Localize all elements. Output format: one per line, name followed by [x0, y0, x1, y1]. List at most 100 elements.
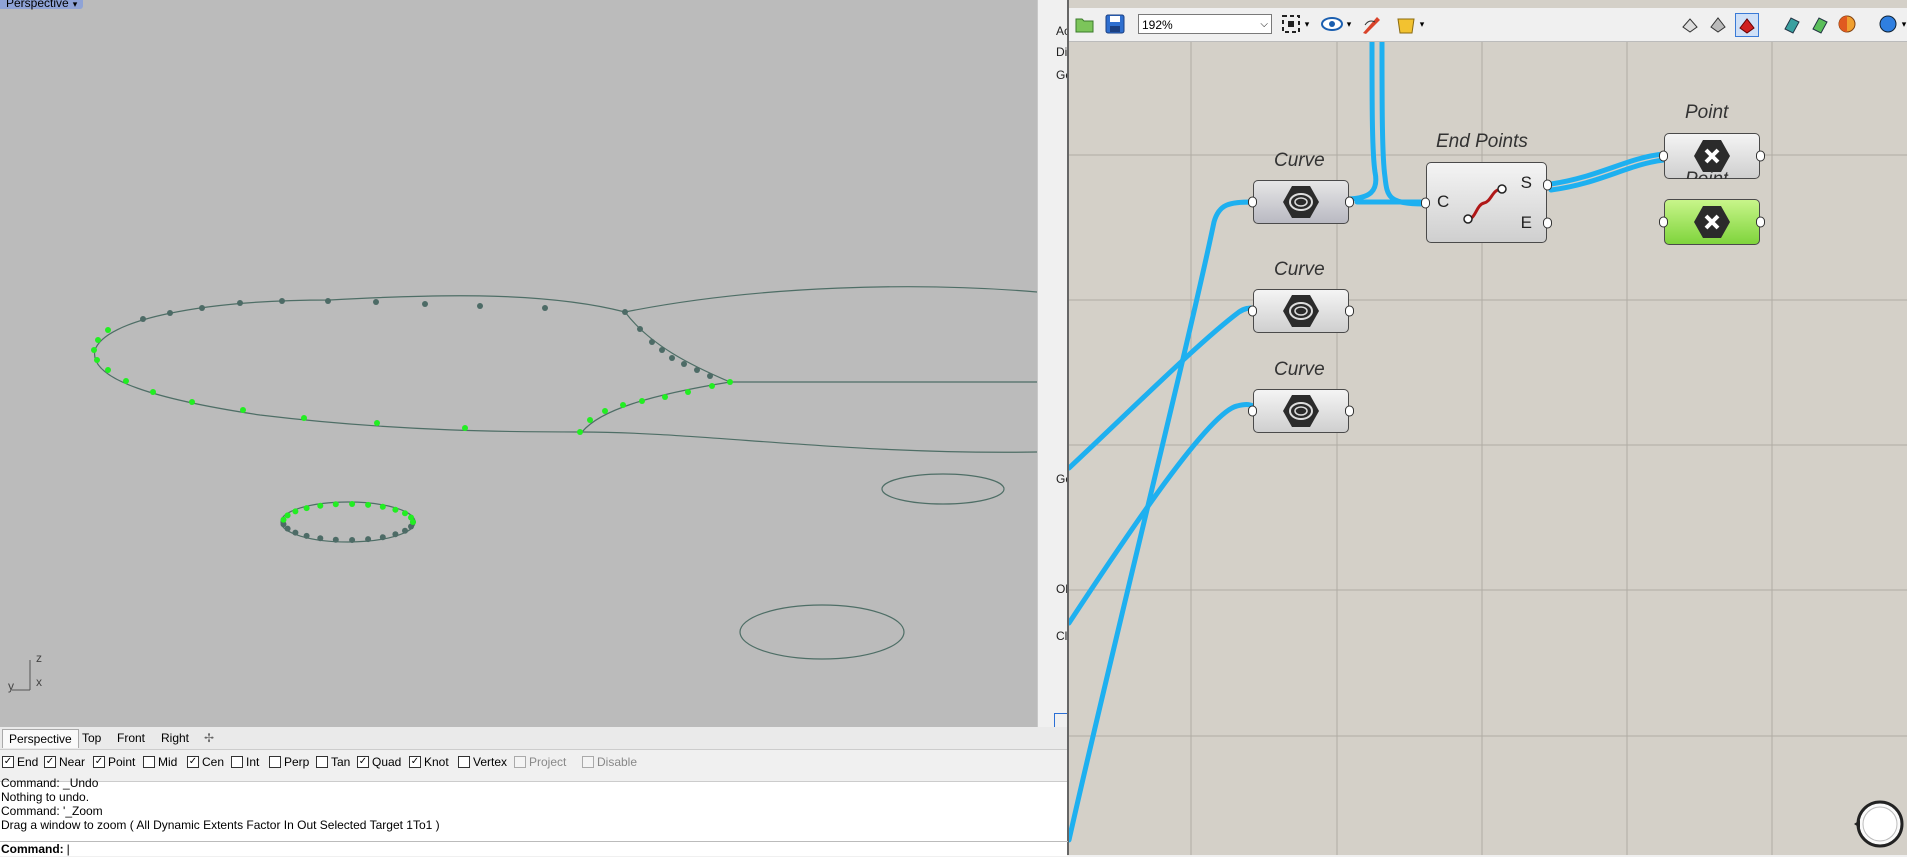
- zoom-level-value: 192%: [1142, 18, 1173, 32]
- output-grip[interactable]: [1345, 305, 1354, 317]
- checkbox-checked-icon[interactable]: ✓: [44, 756, 56, 768]
- axis-widget: [12, 660, 31, 691]
- osnap-project[interactable]: Project: [514, 755, 566, 769]
- output-grip-e[interactable]: [1543, 217, 1552, 229]
- control-point: [402, 527, 408, 534]
- osnap-label: Tan: [331, 755, 351, 769]
- osnap-knot[interactable]: ✓ Knot: [409, 755, 449, 769]
- osnap-mid[interactable]: Mid: [143, 755, 177, 769]
- control-point: [365, 501, 372, 508]
- control-point: [685, 389, 691, 395]
- curve-param-icon: [1283, 295, 1319, 327]
- control-point: [477, 303, 483, 309]
- perspective-viewport[interactable]: Perspective ▾ z x y: [0, 0, 1037, 727]
- tab-right[interactable]: Right: [155, 729, 195, 747]
- curve-connector: [624, 311, 1037, 383]
- osnap-perp[interactable]: Perp: [269, 755, 309, 769]
- osnap-near[interactable]: ✓ Near: [44, 755, 85, 769]
- wire-from-top-b: [1379, 42, 1427, 207]
- control-point: [649, 339, 655, 345]
- input-grip-c[interactable]: [1421, 197, 1430, 208]
- osnap-bar: ✓ End ✓ Near ✓ Point Mid ✓ Cen Int Perp Tan …: [0, 753, 1067, 773]
- control-point: [694, 367, 700, 373]
- save-file-icon[interactable]: [1104, 13, 1126, 35]
- material-sphere-icon[interactable]: [1836, 13, 1858, 35]
- bake-bucket-icon[interactable]: [1395, 13, 1417, 35]
- end-points-component[interactable]: C S E: [1421, 162, 1552, 243]
- tab-perspective[interactable]: Perspective: [2, 729, 79, 748]
- output-grip[interactable]: [1345, 196, 1354, 208]
- input-grip[interactable]: [1659, 216, 1668, 228]
- point-component-2-selected[interactable]: [1659, 199, 1765, 245]
- osnap-label: Quad: [372, 755, 402, 769]
- zoom-extents-icon[interactable]: [1280, 13, 1302, 35]
- control-point: [189, 399, 195, 405]
- checkbox-unchecked-icon[interactable]: [514, 756, 526, 768]
- control-point: [301, 415, 307, 421]
- osnap-quad[interactable]: ✓ Quad: [357, 755, 401, 769]
- checkbox-checked-icon[interactable]: ✓: [2, 756, 14, 768]
- point-param-icon: [1694, 140, 1730, 172]
- checkbox-unchecked-icon[interactable]: [458, 756, 470, 768]
- input-grip[interactable]: [1248, 196, 1257, 208]
- preview-shaded-icon[interactable]: [1707, 13, 1729, 35]
- zoom-extents-dropdown-icon[interactable]: ▾: [1301, 13, 1313, 35]
- preview-eye-icon[interactable]: [1321, 13, 1343, 35]
- control-point: [325, 298, 331, 304]
- open-file-icon[interactable]: [1074, 13, 1096, 35]
- display-mode-icon[interactable]: [1781, 13, 1803, 35]
- curve-component-3[interactable]: [1248, 389, 1354, 433]
- checkbox-unchecked-icon[interactable]: [231, 756, 243, 768]
- checkbox-unchecked-icon[interactable]: [582, 756, 594, 768]
- curve-component-1[interactable]: [1248, 180, 1354, 224]
- output-grip[interactable]: [1756, 150, 1765, 162]
- preview-selected-icon[interactable]: [1735, 13, 1759, 37]
- control-point: [349, 537, 356, 543]
- checkbox-unchecked-icon[interactable]: [143, 756, 155, 768]
- osnap-cen[interactable]: ✓ Cen: [187, 755, 224, 769]
- osnap-point[interactable]: ✓ Point: [93, 755, 135, 769]
- osnap-vertex[interactable]: Vertex: [458, 755, 507, 769]
- osnap-int[interactable]: Int: [231, 755, 259, 769]
- input-grip[interactable]: [1659, 150, 1668, 162]
- output-grip[interactable]: [1756, 216, 1765, 228]
- checkbox-unchecked-icon[interactable]: [316, 756, 328, 768]
- control-point: [303, 505, 310, 512]
- checkbox-unchecked-icon[interactable]: [269, 756, 281, 768]
- input-grip[interactable]: [1248, 405, 1257, 417]
- wires: [1069, 42, 1667, 843]
- control-point: [622, 309, 628, 315]
- input-grip[interactable]: [1248, 305, 1257, 317]
- control-point: [317, 535, 324, 542]
- checkbox-checked-icon[interactable]: ✓: [357, 756, 369, 768]
- globe-dropdown-icon[interactable]: ▾: [1899, 13, 1907, 35]
- navigation-compass-icon[interactable]: [1850, 796, 1906, 852]
- checkbox-checked-icon[interactable]: ✓: [187, 756, 199, 768]
- checkbox-checked-icon[interactable]: ✓: [409, 756, 421, 768]
- axis-z-label: z: [36, 651, 42, 665]
- preview-dropdown-icon[interactable]: ▾: [1343, 13, 1355, 35]
- curve-component-2[interactable]: [1248, 289, 1354, 333]
- wire-s-to-point1: [1548, 151, 1667, 187]
- text-cursor: |: [66, 842, 70, 856]
- control-point: [602, 408, 608, 414]
- zoom-level-select[interactable]: 192% ⌵: [1138, 14, 1272, 34]
- endpoints-label: End Points: [1436, 131, 1528, 152]
- osnap-tan[interactable]: Tan: [316, 755, 350, 769]
- control-point: [317, 502, 324, 509]
- control-point: [392, 506, 399, 513]
- preview-wire-icon[interactable]: [1679, 13, 1701, 35]
- bake-dropdown-icon[interactable]: ▾: [1416, 13, 1428, 35]
- globe-icon[interactable]: [1877, 13, 1899, 35]
- tab-top[interactable]: Top: [76, 729, 107, 747]
- curve1-label: Curve: [1274, 150, 1325, 171]
- osnap-end[interactable]: ✓ End: [2, 755, 38, 769]
- display-mesh-icon[interactable]: [1809, 13, 1831, 35]
- osnap-disable[interactable]: Disable: [582, 755, 637, 769]
- output-grip-s[interactable]: [1543, 179, 1552, 191]
- output-grip[interactable]: [1345, 405, 1354, 417]
- sketch-pen-icon[interactable]: [1360, 13, 1382, 35]
- add-viewport-icon[interactable]: ✢: [198, 729, 220, 747]
- checkbox-checked-icon[interactable]: ✓: [93, 756, 105, 768]
- tab-front[interactable]: Front: [111, 729, 151, 747]
